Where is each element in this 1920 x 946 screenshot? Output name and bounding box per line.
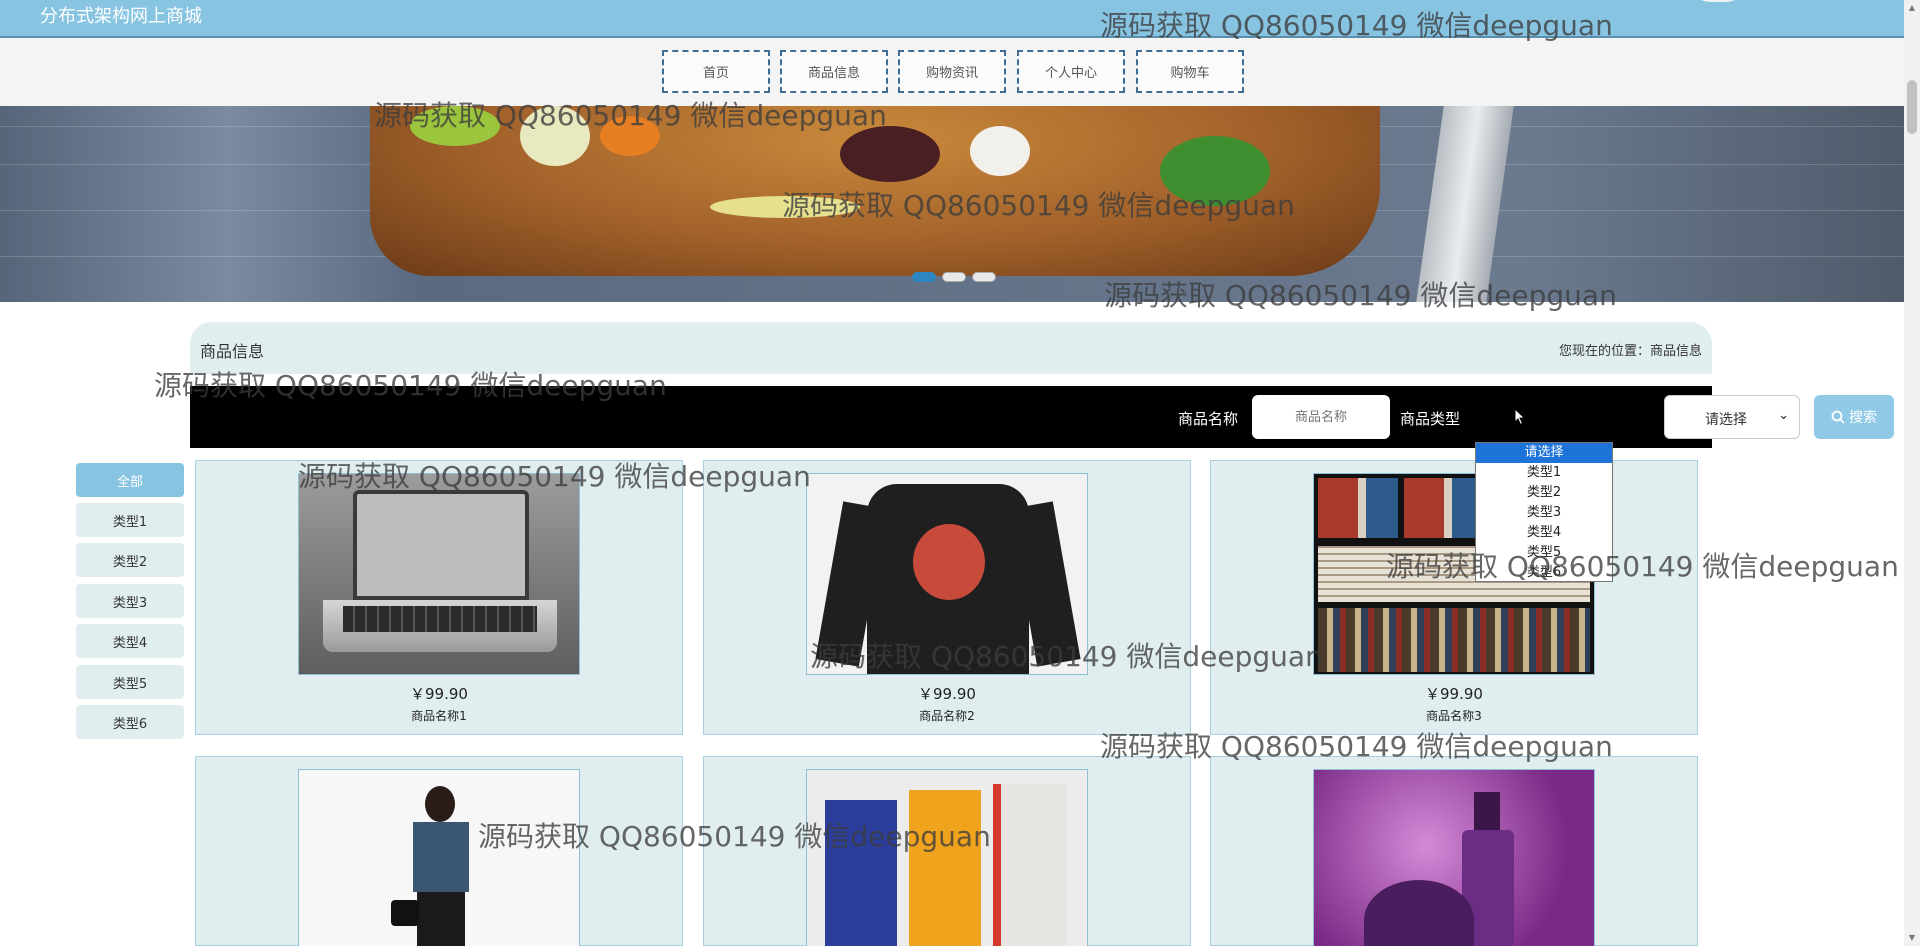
product-price: ￥99.90 <box>1425 685 1483 703</box>
product-card[interactable] <box>195 756 683 946</box>
page-scrollbar[interactable] <box>1904 0 1920 946</box>
search-icon <box>1831 410 1845 424</box>
mouse-cursor-icon <box>1514 408 1526 426</box>
category-type6[interactable]: 类型6 <box>76 705 184 739</box>
type-select-value: 请选择 <box>1705 412 1747 428</box>
dropdown-option[interactable]: 类型2 <box>1476 483 1612 503</box>
product-price: ￥99.90 <box>410 685 468 703</box>
nav-cart[interactable]: 购物车 <box>1136 50 1244 93</box>
product-image-cosmetics[interactable] <box>1313 769 1595 946</box>
dropdown-option[interactable]: 请选择 <box>1476 443 1612 463</box>
product-image-laptop[interactable] <box>298 473 580 675</box>
scrollbar-thumb[interactable] <box>1907 80 1917 134</box>
product-image-fashion-model[interactable] <box>298 769 580 946</box>
product-card[interactable]: ￥99.90 商品名称2 <box>703 460 1191 735</box>
category-type5[interactable]: 类型5 <box>76 665 184 699</box>
search-button-label: 搜索 <box>1849 410 1877 426</box>
search-bar: 商品名称 商品类型 请选择 ⌄ 搜索 <box>190 386 1894 448</box>
category-type4[interactable]: 类型4 <box>76 624 184 658</box>
nav-user-center[interactable]: 个人中心 <box>1017 50 1125 93</box>
carousel-dot-1[interactable] <box>912 272 936 282</box>
breadcrumb: 您现在的位置： 商品信息 <box>1559 340 1702 359</box>
dropdown-option[interactable]: 类型6 <box>1476 563 1612 583</box>
product-price: ￥99.90 <box>918 685 976 703</box>
dropdown-option[interactable]: 类型4 <box>1476 523 1612 543</box>
dropdown-option[interactable]: 类型1 <box>1476 463 1612 483</box>
category-type1[interactable]: 类型1 <box>76 503 184 537</box>
carousel-dots <box>912 272 996 282</box>
banner-image <box>370 106 1380 276</box>
product-name-input[interactable] <box>1252 395 1390 439</box>
nav-news[interactable]: 购物资讯 <box>898 50 1006 93</box>
product-image-milk-cartons[interactable] <box>806 769 1088 946</box>
product-name[interactable]: 商品名称3 <box>1211 707 1697 724</box>
nav-home[interactable]: 首页 <box>662 50 770 93</box>
category-type2[interactable]: 类型2 <box>76 543 184 577</box>
carousel-dot-2[interactable] <box>942 272 966 282</box>
carousel-dot-3[interactable] <box>972 272 996 282</box>
product-card[interactable] <box>1210 756 1698 946</box>
scroll-down-icon[interactable]: ▼ <box>1904 930 1920 946</box>
main-nav: 首页 商品信息 购物资讯 个人中心 购物车 <box>0 38 1904 106</box>
category-all[interactable]: 全部 <box>76 463 184 497</box>
search-button[interactable]: 搜索 <box>1814 395 1894 439</box>
category-type3[interactable]: 类型3 <box>76 584 184 618</box>
scroll-up-icon[interactable]: ▲ <box>1904 0 1920 16</box>
dropdown-option[interactable]: 类型5 <box>1476 543 1612 563</box>
nav-products[interactable]: 商品信息 <box>780 50 888 93</box>
name-label: 商品名称 <box>1178 410 1239 428</box>
product-name[interactable]: 商品名称2 <box>704 707 1190 724</box>
site-title: 分布式架构网上商城 <box>40 6 202 27</box>
banner-carousel <box>0 106 1904 302</box>
breadcrumb-prefix: 您现在的位置： <box>1558 344 1650 359</box>
page-title: 商品信息 <box>200 342 265 361</box>
product-card[interactable]: ￥99.90 商品名称3 <box>1210 460 1698 735</box>
type-select[interactable]: 请选择 ⌄ <box>1664 395 1800 439</box>
type-label: 商品类型 <box>1400 410 1461 428</box>
product-name[interactable]: 商品名称1 <box>196 707 682 724</box>
avatar[interactable] <box>1690 0 1746 2</box>
breadcrumb-current[interactable]: 商品信息 <box>1650 340 1702 359</box>
dropdown-option[interactable]: 类型3 <box>1476 503 1612 523</box>
chevron-down-icon: ⌄ <box>1778 408 1789 423</box>
top-bar: 分布式架构网上商城 <box>0 0 1904 38</box>
product-card[interactable] <box>703 756 1191 946</box>
product-image-sweatshirt[interactable] <box>806 473 1088 675</box>
section-header: 商品信息 您现在的位置： 商品信息 <box>190 322 1712 374</box>
type-dropdown-list: 请选择 类型1 类型2 类型3 类型4 类型5 类型6 <box>1475 442 1613 582</box>
product-card[interactable]: ￥99.90 商品名称1 <box>195 460 683 735</box>
